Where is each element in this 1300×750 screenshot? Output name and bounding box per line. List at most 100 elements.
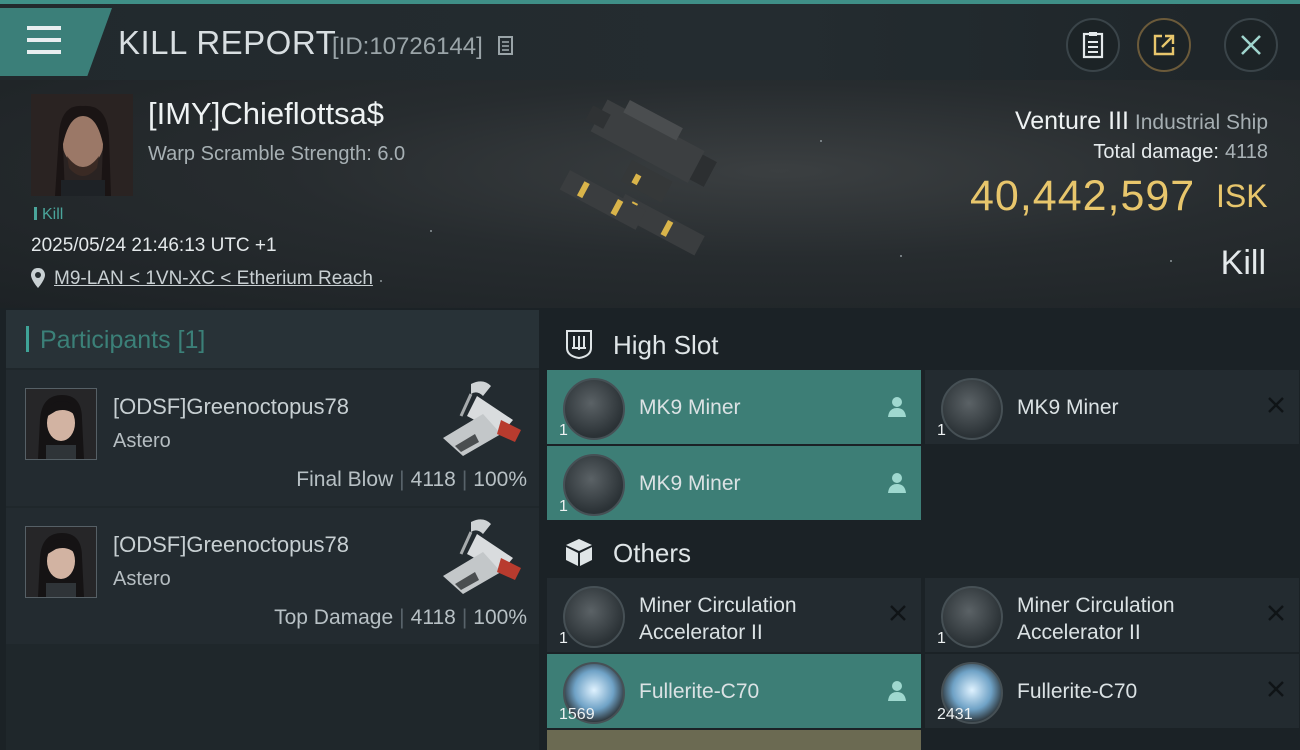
miner-module-icon [563, 378, 625, 440]
others-header: Others [547, 522, 1300, 580]
participant-row[interactable]: [ODSF]Greenoctopus78 Astero Top Damage | 4… [6, 508, 539, 644]
close-icon [1268, 397, 1284, 413]
cube-icon [566, 539, 592, 566]
user-icon [888, 681, 906, 701]
participant-name[interactable]: [ODSF]Greenoctopus78 [113, 532, 349, 558]
module-name-line: Accelerator II [639, 621, 763, 644]
close-icon [890, 605, 906, 621]
module-item[interactable]: 1 MK9 Miner [547, 446, 921, 520]
module-qty: 1 [559, 630, 568, 647]
module-item[interactable]: 1 Miner Circulation Accelerator II [547, 578, 921, 652]
astero-ship-icon[interactable] [431, 376, 526, 464]
location-pin-icon [31, 268, 45, 288]
participant-damage: 4118 [410, 606, 456, 629]
module-item[interactable]: 1 Miner Circulation Accelerator II [925, 578, 1299, 652]
participant-stats: Top Damage | 4118 | 100% [274, 606, 527, 630]
clipboard-icon [1082, 32, 1104, 59]
victim-ship-render[interactable] [530, 90, 770, 295]
star [430, 230, 432, 232]
top-bar: KILL REPORT [ID:10726144] [0, 0, 1300, 80]
module-qty: 1 [559, 422, 568, 439]
kill-result: Kill [1220, 244, 1266, 282]
participant-percent: 100% [473, 606, 527, 629]
module-qty: 1 [937, 630, 946, 647]
module-item[interactable]: 1 MK9 Miner [547, 370, 921, 444]
module-qty: 1 [559, 498, 568, 515]
avatar [25, 526, 97, 598]
star [820, 140, 822, 142]
others-title: Others [613, 538, 692, 568]
total-damage: Total damage: 4118 [1093, 141, 1268, 164]
module-name: MK9 Miner [1017, 396, 1119, 419]
participant-percent: 100% [473, 468, 527, 491]
share-icon [1153, 34, 1175, 56]
participants-panel: Participants [1] [ODSF]Greenoctopus78 As… [6, 310, 539, 750]
separator: | [399, 468, 405, 491]
astero-ship-icon[interactable] [431, 514, 526, 602]
page-title: KILL REPORT [118, 24, 337, 61]
star [900, 255, 902, 257]
victim-name[interactable]: [IMY]Chieflottsa$ [148, 96, 384, 132]
module-qty: 2431 [937, 706, 973, 723]
miner-module-icon [563, 454, 625, 516]
victim-portrait[interactable] [31, 94, 133, 196]
isk-unit: ISK [1216, 178, 1268, 214]
menu-button[interactable] [0, 8, 112, 76]
avatar [25, 388, 97, 460]
participant-damage: 4118 [410, 468, 456, 491]
close-button[interactable] [1224, 18, 1278, 72]
participant-ship: Astero [113, 568, 171, 590]
partial-module-item[interactable] [547, 730, 921, 750]
module-name-line: Miner Circulation [639, 594, 797, 617]
ship-name: Venture III [1014, 107, 1129, 135]
kill-tag: Kill [34, 206, 63, 224]
total-damage-value: 4118 [1224, 141, 1268, 163]
module-name: Fullerite-C70 [639, 680, 760, 703]
participant-stats: Final Blow | 4118 | 100% [296, 468, 527, 492]
module-name: MK9 Miner [639, 396, 741, 419]
participant-role: Top Damage [274, 606, 394, 629]
participant-row[interactable]: [ODSF]Greenoctopus78 Astero Final Blow | 4… [6, 370, 539, 506]
module-name: MK9 Miner [639, 472, 741, 495]
report-id: [ID:10726144] [332, 33, 483, 60]
close-icon [1268, 605, 1284, 621]
close-icon [1268, 681, 1284, 697]
high-slot-icon [566, 330, 592, 360]
module-name: Miner Circulation Accelerator II [639, 592, 797, 646]
isk-value: 40,442,597 [970, 172, 1196, 220]
participant-role: Final Blow [296, 468, 394, 491]
total-damage-label: Total damage: [1093, 141, 1219, 163]
user-icon [888, 473, 906, 493]
high-slot-header: High Slot [547, 314, 1300, 372]
miner-module-icon [941, 378, 1003, 440]
location-link[interactable]: M9-LAN < 1VN-XC < Etherium Reach [54, 268, 373, 290]
module-item[interactable]: 1569 Fullerite-C70 [547, 654, 921, 728]
participants-accent [26, 326, 29, 352]
module-name: Miner Circulation Accelerator II [1017, 592, 1175, 646]
module-item[interactable]: 2431 Fullerite-C70 [925, 654, 1299, 728]
avatar [31, 94, 133, 196]
menu-icon-bar [27, 38, 61, 42]
victim-ship-name[interactable]: Venture III Industrial Ship [1015, 107, 1268, 136]
share-button[interactable] [1137, 18, 1191, 72]
module-name-line: Accelerator II [1017, 621, 1141, 644]
notes-button[interactable] [1066, 18, 1120, 72]
close-icon [1241, 35, 1261, 55]
module-qty: 1569 [559, 706, 595, 723]
participant-name[interactable]: [ODSF]Greenoctopus78 [113, 394, 349, 420]
warp-scramble-strength: Warp Scramble Strength: 6.0 [148, 143, 406, 165]
star [380, 280, 382, 282]
separator: | [461, 468, 468, 491]
module-name-line: Miner Circulation [1017, 594, 1175, 617]
copy-icon[interactable] [498, 36, 516, 56]
kill-timestamp: 2025/05/24 21:46:13 UTC +1 [31, 235, 277, 256]
star [1170, 260, 1172, 262]
module-item[interactable]: 1 MK9 Miner [925, 370, 1299, 444]
module-qty: 1 [937, 422, 946, 439]
high-slot-title: High Slot [613, 330, 719, 360]
ship-class: Industrial Ship [1134, 111, 1268, 134]
rig-module-icon [941, 586, 1003, 648]
participants-header: Participants [1] [6, 310, 539, 368]
separator: | [461, 606, 468, 629]
module-name: Fullerite-C70 [1017, 680, 1138, 703]
